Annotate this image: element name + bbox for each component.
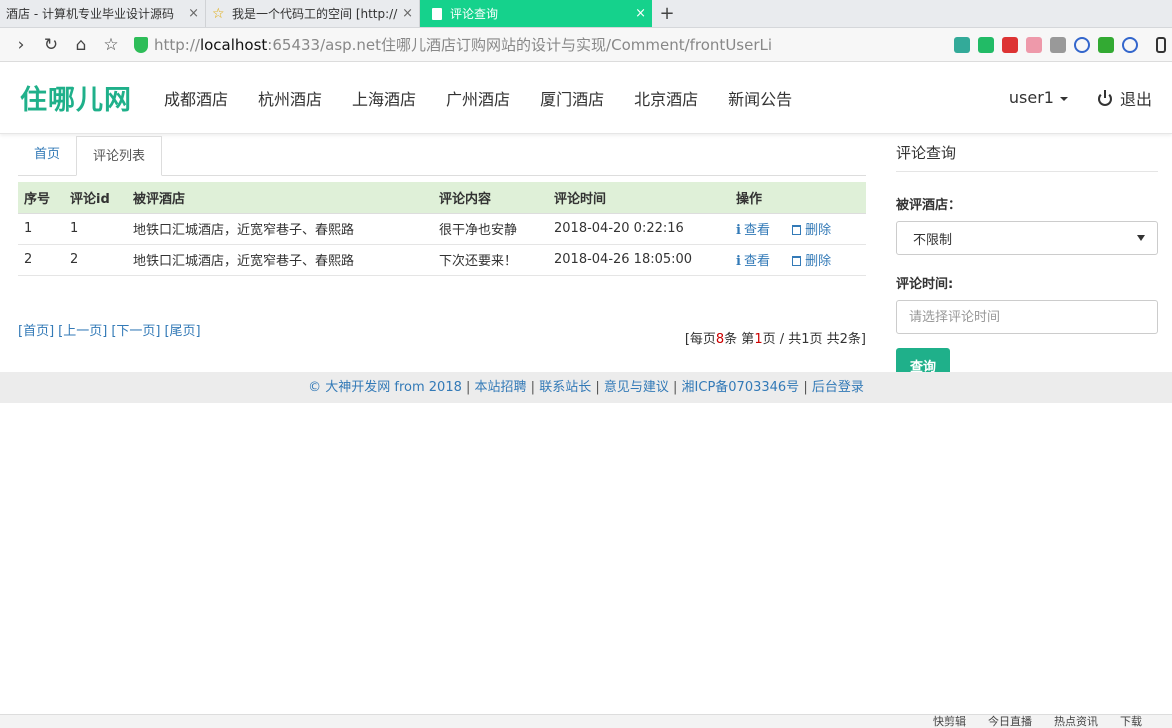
sidebar-title: 评论查询	[896, 134, 1158, 172]
browser-tab-2[interactable]: ☆ 我是一个代码工的空间 [http:// ×	[206, 0, 420, 27]
browser-tab-bar: 酒店 - 计算机专业毕业设计源码 × ☆ 我是一个代码工的空间 [http://…	[0, 0, 1172, 28]
chevron-down-icon	[1137, 235, 1145, 241]
prev-page-link[interactable]: [上一页]	[58, 324, 107, 339]
status-item[interactable]: 热点资讯	[1054, 715, 1098, 728]
copyright-link[interactable]: © 大神开发网 from 2018	[308, 380, 462, 395]
close-icon[interactable]: ×	[188, 6, 199, 21]
power-icon	[1097, 89, 1112, 106]
extension-icon[interactable]	[954, 36, 970, 53]
table-row: 1 1 地铁口汇城酒店，近宽窄巷子、春熙路 很干净也安静 2018-04-20 …	[18, 213, 866, 245]
site-header: 住哪儿网 成都酒店 杭州酒店 上海酒店 广州酒店 厦门酒店 北京酒店 新闻公告 …	[0, 62, 1172, 134]
info-icon: i	[736, 254, 741, 269]
browser-nav-bar: › ↻ ⌂ ☆ http://localhost:65433/asp.net住哪…	[0, 28, 1172, 62]
close-icon[interactable]: ×	[402, 6, 413, 21]
close-icon[interactable]: ×	[635, 6, 646, 21]
menu-item[interactable]: 北京酒店	[634, 86, 698, 110]
shield-icon	[134, 36, 148, 53]
trash-icon	[792, 225, 802, 235]
time-label: 评论时间:	[896, 277, 954, 292]
star-icon: ☆	[212, 5, 225, 22]
content-tabs: 首页 评论列表	[18, 134, 866, 176]
comment-table: 序号 评论id 被评酒店 评论内容 评论时间 操作 1 1 地铁口汇城酒店，近宽…	[18, 182, 866, 276]
logout-link[interactable]: 退出	[1097, 86, 1152, 110]
column-header: 操作	[730, 182, 866, 214]
first-page-link[interactable]: [首页]	[18, 324, 54, 339]
view-button[interactable]: i 查看	[736, 254, 770, 269]
extension-icon[interactable]	[1002, 36, 1018, 53]
address-bar[interactable]: http://localhost:65433/asp.net住哪儿酒店订购网站的…	[134, 33, 946, 57]
info-icon: i	[736, 223, 741, 238]
browser-tab-3[interactable]: 评论查询 ×	[420, 0, 652, 27]
column-header: 评论内容	[433, 182, 548, 214]
tab-comment-list[interactable]: 评论列表	[76, 136, 163, 176]
book-icon[interactable]	[1098, 36, 1114, 53]
view-button[interactable]: i 查看	[736, 223, 770, 238]
footer-link[interactable]: 后台登录	[812, 380, 864, 395]
site-logo[interactable]: 住哪儿网	[20, 78, 132, 117]
pagination-links: [首页] [上一页] [下一页] [尾页]	[18, 320, 205, 347]
browser-status-bar: 快剪辑 今日直播 热点资讯 下载	[0, 714, 1172, 728]
search-icon[interactable]	[1074, 36, 1090, 53]
main-area: 首页 评论列表 序号 评论id 被评酒店 评论内容 评论时间 操作 1 1 地铁…	[0, 134, 1172, 382]
menu-item[interactable]: 新闻公告	[728, 86, 792, 110]
footer-link[interactable]: 意见与建议	[604, 380, 669, 395]
extension-icon[interactable]	[978, 36, 994, 53]
site-footer: © 大神开发网 from 2018 | 本站招聘 | 联系站长 | 意见与建议 …	[0, 372, 1172, 403]
page-icon	[432, 7, 442, 20]
menu-item[interactable]: 杭州酒店	[258, 86, 322, 110]
column-header: 评论id	[64, 182, 127, 214]
table-header-row: 序号 评论id 被评酒店 评论内容 评论时间 操作	[18, 182, 866, 214]
menu-item[interactable]: 广州酒店	[446, 86, 510, 110]
menu-item[interactable]: 上海酒店	[352, 86, 416, 110]
table-row: 2 2 地铁口汇城酒店，近宽窄巷子、春熙路 下次还要来！ 2018-04-26 …	[18, 244, 866, 276]
menu-item[interactable]: 成都酒店	[164, 86, 228, 110]
status-item[interactable]: 今日直播	[988, 715, 1032, 728]
reload-icon[interactable]: ↻	[36, 30, 66, 60]
status-item[interactable]: 下载	[1120, 715, 1142, 728]
hotel-select[interactable]: 不限制	[896, 221, 1158, 255]
caret-down-icon	[1059, 96, 1068, 101]
footer-link[interactable]: 湘ICP备0703346号	[682, 380, 800, 395]
column-header: 被评酒店	[127, 182, 433, 214]
pagination-info: [每页8条 第1页 / 共1页 共2条]	[684, 331, 866, 347]
forward-icon[interactable]: ›	[6, 30, 36, 60]
menu-item[interactable]: 厦门酒店	[540, 86, 604, 110]
delete-button[interactable]: 删除	[792, 254, 831, 269]
query-sidebar: 评论查询 被评酒店： 不限制 评论时间: 查询	[896, 134, 1158, 382]
main-menu: 成都酒店 杭州酒店 上海酒店 广州酒店 厦门酒店 北京酒店 新闻公告	[164, 86, 1009, 110]
hotel-label: 被评酒店：	[896, 198, 962, 213]
content-panel: 首页 评论列表 序号 评论id 被评酒店 评论内容 评论时间 操作 1 1 地铁…	[18, 134, 866, 382]
browser-tab-1[interactable]: 酒店 - 计算机专业毕业设计源码 ×	[0, 0, 206, 27]
trash-icon	[792, 256, 802, 266]
pagination: [首页] [上一页] [下一页] [尾页] [每页8条 第1页 / 共1页 共2条]	[18, 320, 866, 347]
footer-link[interactable]: 本站招聘	[475, 380, 527, 395]
home-icon[interactable]: ⌂	[66, 30, 96, 60]
tab-home[interactable]: 首页	[18, 135, 76, 175]
phone-icon[interactable]	[1156, 36, 1166, 53]
extension-area	[954, 36, 1166, 53]
bookmark-star-icon[interactable]: ☆	[96, 30, 126, 60]
delete-button[interactable]: 删除	[792, 223, 831, 238]
row-actions: i 查看 删除	[730, 244, 866, 276]
column-header: 序号	[18, 182, 64, 214]
status-item[interactable]: 快剪辑	[933, 715, 966, 728]
footer-link[interactable]: 联系站长	[539, 380, 591, 395]
extension-icon[interactable]	[1026, 36, 1042, 53]
minus-icon[interactable]	[1122, 36, 1138, 53]
new-tab-button[interactable]: +	[652, 0, 682, 27]
user-area: user1 退出	[1009, 86, 1152, 110]
comment-time-input[interactable]	[896, 300, 1158, 334]
user-menu[interactable]: user1	[1009, 88, 1068, 107]
last-page-link[interactable]: [尾页]	[164, 324, 200, 339]
extension-icon[interactable]	[1050, 36, 1066, 53]
row-actions: i 查看 删除	[730, 213, 866, 245]
next-page-link[interactable]: [下一页]	[111, 324, 160, 339]
column-header: 评论时间	[548, 182, 730, 214]
